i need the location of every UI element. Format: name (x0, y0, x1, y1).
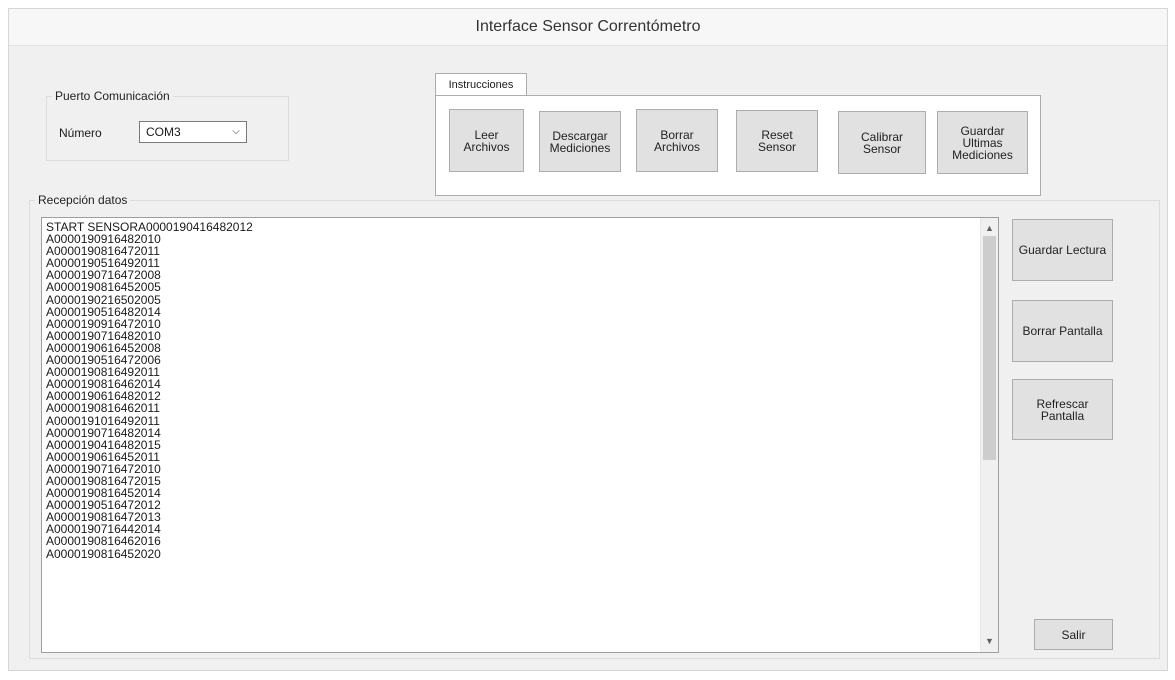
port-group-legend: Puerto Comunicación (55, 89, 170, 103)
data-log-line: A0000190816462011 (46, 401, 160, 416)
tab-instrucciones-label: Instrucciones (448, 79, 514, 91)
data-log-line: A0000190616452011 (46, 449, 160, 464)
reset-sensor-button[interactable]: Reset Sensor (736, 110, 818, 172)
port-select-value: COM3 (146, 125, 181, 139)
data-log-line: A0000190716472010 (46, 461, 161, 476)
data-log-line: A0000190516472006 (46, 353, 161, 368)
data-log-lines: START SENSORA0000190416482012 A0000190916… (46, 221, 976, 560)
data-log-line: A0000190816492011 (46, 365, 160, 380)
data-log-line: A0000190816472015 (46, 473, 161, 488)
data-log-line: START SENSORA0000190416482012 (46, 220, 253, 234)
save-reading-button[interactable]: Guardar Lectura (1012, 219, 1113, 281)
data-log-line: A0000190816462014 (46, 377, 161, 392)
data-log-line: A0000190516472012 (46, 498, 161, 513)
delete-files-button[interactable]: Borrar Archivos (636, 109, 718, 172)
reception-group-legend: Recepción datos (38, 193, 128, 207)
data-log-line: A0000190816472011 (46, 244, 160, 259)
window-title: Interface Sensor Correntómetro (9, 9, 1167, 46)
download-measurements-button[interactable]: Descargar Mediciones (539, 111, 621, 172)
data-log-line: A0000190616452008 (46, 340, 161, 355)
refresh-screen-button[interactable]: Refrescar Pantalla (1012, 379, 1113, 440)
save-last-measurements-button[interactable]: Guardar Ultimas Mediciones (937, 111, 1028, 174)
data-log-line: A0000190816452020 (46, 546, 161, 561)
data-log-line: A0000190716482010 (46, 328, 161, 343)
data-log-scrollbar[interactable]: ▲ ▼ (980, 218, 998, 652)
read-files-button[interactable]: Leer Archivos (449, 109, 524, 172)
data-log-line: A0000190916472010 (46, 316, 161, 331)
data-log-textarea[interactable]: START SENSORA0000190416482012 A0000190916… (41, 217, 999, 653)
tab-instrucciones[interactable]: Instrucciones (435, 73, 527, 97)
exit-button[interactable]: Salir (1034, 619, 1113, 650)
chevron-down-icon[interactable]: ⌵ (229, 122, 243, 142)
data-log-line: A0000190416482015 (46, 437, 161, 452)
chevron-up-icon[interactable]: ▲ (981, 220, 998, 237)
calibrate-sensor-button[interactable]: Calibrar Sensor (838, 111, 926, 174)
data-log-line: A0000191016492011 (46, 413, 160, 428)
data-log-line: A0000190816452014 (46, 486, 161, 501)
data-log-line: A0000190616482012 (46, 389, 161, 404)
port-select[interactable]: COM3 ⌵ (139, 121, 247, 143)
port-number-label: Número (59, 126, 102, 140)
data-log-line: A0000190716482014 (46, 425, 161, 440)
data-log-line: A0000190816472013 (46, 510, 161, 525)
data-log-line: A0000190716442014 (46, 522, 161, 537)
data-log-line: A0000190716472008 (46, 268, 161, 283)
data-log-line: A0000190516482014 (46, 304, 161, 319)
scrollbar-thumb[interactable] (983, 236, 996, 460)
data-log-line: A0000190516492011 (46, 256, 160, 271)
data-log-line: A0000190216502005 (46, 292, 161, 307)
data-log-line: A0000190816452005 (46, 280, 161, 295)
chevron-down-icon[interactable]: ▼ (981, 633, 998, 650)
clear-screen-button[interactable]: Borrar Pantalla (1012, 300, 1113, 362)
data-log-line: A0000190916482010 (46, 232, 161, 247)
data-log-line: A0000190816462016 (46, 534, 161, 549)
main-window: Interface Sensor Correntómetro Puerto Co… (8, 8, 1168, 671)
